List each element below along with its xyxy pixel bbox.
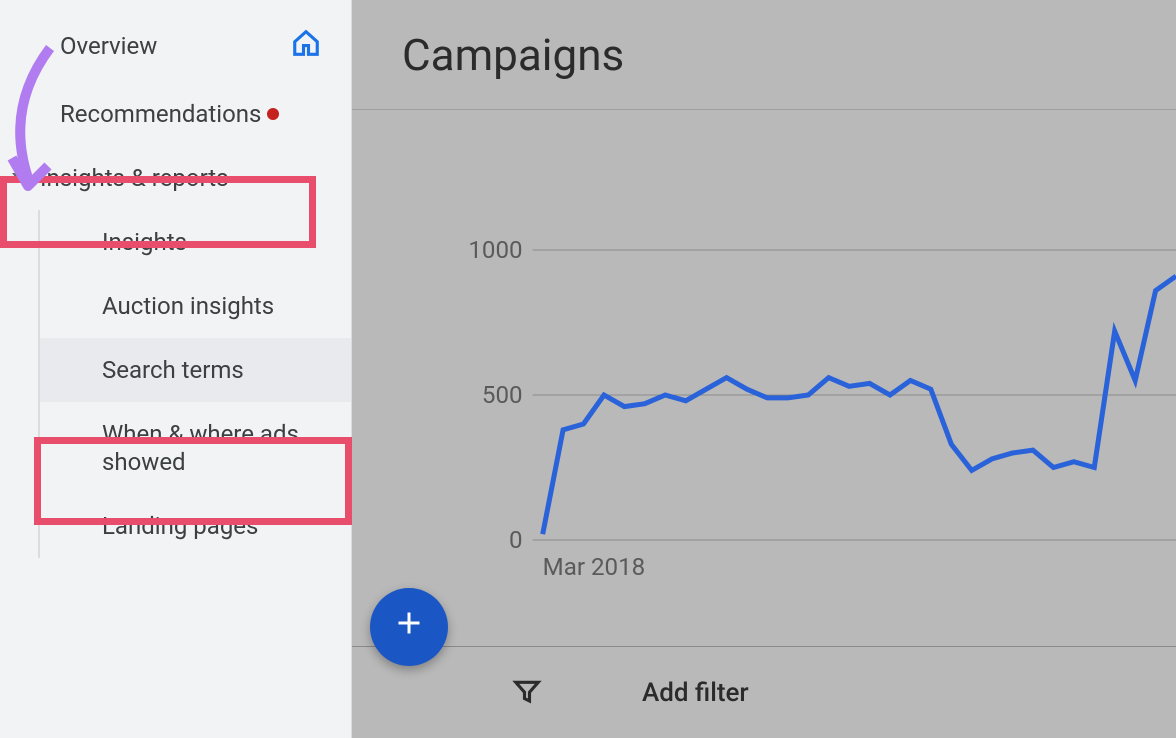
sidebar-nav: Overview Recommendations Insights & repo… bbox=[0, 0, 352, 738]
page-title: Campaigns bbox=[402, 29, 624, 81]
header-bar: Campaigns bbox=[352, 0, 1176, 110]
filter-bar[interactable]: Add filter bbox=[352, 646, 1176, 738]
filter-icon bbox=[512, 676, 542, 710]
sidebar-label-recommendations: Recommendations bbox=[60, 100, 261, 128]
sidebar-item-when-where[interactable]: When & where ads showed bbox=[38, 402, 351, 494]
sidebar-item-search-terms[interactable]: Search terms bbox=[38, 338, 351, 402]
sidebar-item-recommendations[interactable]: Recommendations bbox=[0, 82, 351, 146]
sidebar-label-landing-pages: Landing pages bbox=[102, 512, 258, 540]
sidebar-label-when-where: When & where ads showed bbox=[102, 420, 331, 476]
sidebar-label-search-terms: Search terms bbox=[102, 356, 244, 384]
sidebar-label-insights-reports: Insights & reports bbox=[40, 164, 229, 192]
sidebar-item-landing-pages[interactable]: Landing pages bbox=[38, 494, 351, 558]
chart-area: 1000 500 0 Mar 2018 bbox=[352, 110, 1176, 640]
x-tick-start: Mar 2018 bbox=[543, 553, 646, 581]
line-chart: 1000 500 0 Mar 2018 bbox=[412, 200, 1176, 640]
add-filter-label: Add filter bbox=[642, 678, 749, 708]
home-icon bbox=[291, 28, 321, 64]
y-tick-1000: 1000 bbox=[468, 236, 522, 264]
main-content: Campaigns 1000 500 0 Mar 2018 bbox=[352, 0, 1176, 738]
y-tick-500: 500 bbox=[482, 381, 523, 409]
sidebar-item-overview[interactable]: Overview bbox=[0, 10, 351, 82]
sidebar-item-insights[interactable]: Insights bbox=[38, 210, 351, 274]
chart-line-path bbox=[543, 276, 1176, 534]
sidebar-item-insights-reports[interactable]: Insights & reports bbox=[0, 146, 351, 210]
y-tick-0: 0 bbox=[509, 526, 523, 554]
sidebar-label-auction-insights: Auction insights bbox=[102, 292, 274, 320]
plus-icon bbox=[391, 605, 427, 649]
sidebar-label-insights: Insights bbox=[102, 228, 187, 256]
notification-dot-icon bbox=[267, 108, 279, 120]
sidebar-item-auction-insights[interactable]: Auction insights bbox=[38, 274, 351, 338]
add-button[interactable] bbox=[370, 588, 448, 666]
sidebar-label-overview: Overview bbox=[60, 32, 157, 60]
caret-down-icon bbox=[12, 173, 28, 183]
